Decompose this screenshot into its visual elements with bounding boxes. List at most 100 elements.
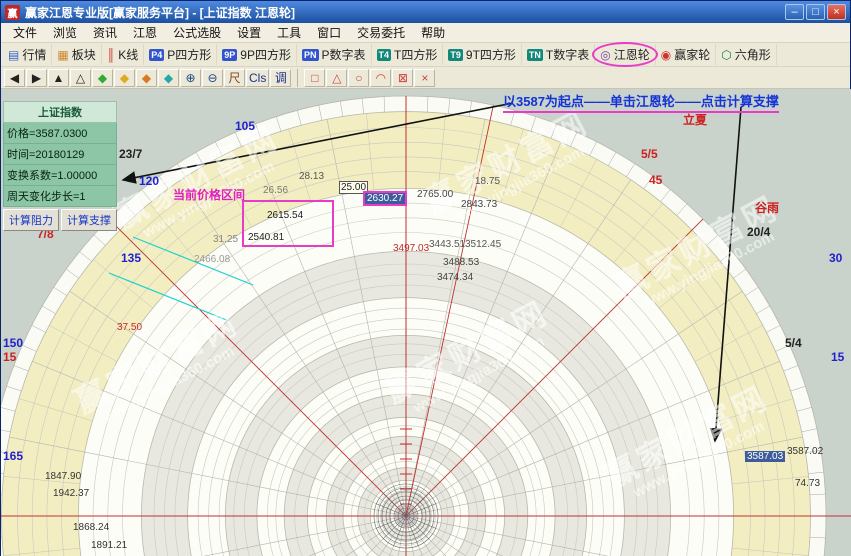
quote-icon: ▤ xyxy=(8,49,19,61)
window-title: 赢家江恩专业版[赢家服务平台] - [上证指数 江恩轮] xyxy=(25,4,783,21)
wheel-edge-label: 20/4 xyxy=(747,225,770,239)
cursor-outline-icon[interactable]: △ xyxy=(70,69,91,87)
wheel-labels-layer: 大暑10523/71207/813515015165立夏5/545谷雨20/43… xyxy=(1,89,851,556)
back-arrow-icon[interactable]: ◀ xyxy=(4,69,25,87)
toolbar-button-gann-wheel[interactable]: ◎ 江恩轮 xyxy=(595,44,656,65)
toolbar-button-label: P数字表 xyxy=(322,46,366,63)
main-toolbar: ▤行情▦板块║K线P4P四方形9P9P四方形PNP数字表T4T四方形T99T四方… xyxy=(1,43,850,67)
toolbar-button-hexagon[interactable]: ⬡六角形 xyxy=(716,44,777,65)
toolbar-button-quote[interactable]: ▤行情 xyxy=(3,44,52,65)
cursor-icon[interactable]: ▲ xyxy=(48,69,69,87)
adjust-button[interactable]: 调 xyxy=(270,69,291,87)
wheel-edge-label: 23/7 xyxy=(119,147,142,161)
rect-tool-icon[interactable]: □ xyxy=(304,69,325,87)
forward-arrow-icon[interactable]: ▶ xyxy=(26,69,47,87)
wheel-value-label: 3443.51 xyxy=(429,239,465,250)
toolbar-button-sector[interactable]: ▦ 板块 xyxy=(52,44,101,65)
toolbar-button-label: 江恩轮 xyxy=(614,46,650,63)
index-info-row: 变换系数=1.00000 xyxy=(3,165,117,186)
maximize-button[interactable]: □ xyxy=(806,4,825,20)
menu-item[interactable]: 公式选股 xyxy=(165,22,229,43)
menu-item[interactable]: 交易委托 xyxy=(349,22,413,43)
toolbar-button-label: 9T四方形 xyxy=(466,46,516,63)
toolbar-button-t-number-table[interactable]: TNT数字表 xyxy=(522,44,595,65)
toolbar-button-nine-p-square[interactable]: 9P9P四方形 xyxy=(217,44,297,65)
wheel-value-label: 3512.45 xyxy=(465,239,501,250)
wheel-value-label: 74.73 xyxy=(795,478,820,489)
calc-support-button[interactable]: 计算支撑 xyxy=(61,209,117,231)
diamond-green-icon[interactable]: ◆ xyxy=(92,69,113,87)
toolbar-button-label: P四方形 xyxy=(167,46,211,63)
toolbar-button-label: 板块 xyxy=(72,46,96,63)
wheel-edge-label: 30 xyxy=(829,251,842,265)
crossbox-tool-icon[interactable]: ⊠ xyxy=(392,69,413,87)
menu-item[interactable]: 江恩 xyxy=(125,22,165,43)
menu-item[interactable]: 设置 xyxy=(229,22,269,43)
menu-bar: 文件浏览资讯江恩公式选股设置工具窗口交易委托帮助 xyxy=(1,23,850,43)
toolbar-button-label: T四方形 xyxy=(394,46,437,63)
title-bar: 赢 赢家江恩专业版[赢家服务平台] - [上证指数 江恩轮] – □ × xyxy=(1,1,850,23)
wheel-edge-label: 15 xyxy=(3,350,16,364)
wheel-edge-label: 谷雨 xyxy=(755,199,779,216)
wheel-edge-label: 165 xyxy=(3,449,23,463)
diamond-yellow-icon[interactable]: ◆ xyxy=(114,69,135,87)
wheel-value-label: 1891.21 xyxy=(91,540,127,551)
toolbar-button-label: T数字表 xyxy=(546,46,589,63)
p-square-icon: P4 xyxy=(149,49,164,61)
wheel-value-label: 28.13 xyxy=(299,171,324,182)
wheel-value-label: 3587.02 xyxy=(787,446,823,457)
toolbar-button-label: 行情 xyxy=(22,46,46,63)
wheel-edge-label: 立夏 xyxy=(683,111,707,128)
index-name: 上证指数 xyxy=(3,101,117,123)
winner-wheel-icon: ◉ xyxy=(661,49,671,61)
index-info-row: 时间=20180129 xyxy=(3,144,117,165)
menu-item[interactable]: 浏览 xyxy=(45,22,85,43)
wheel-value-label: 2765.00 xyxy=(417,189,453,200)
tools-toolbar: ◀▶▲△◆◆◆◆⊕⊖尺Cls调□△○◠⊠× xyxy=(1,67,850,89)
wheel-selected-value: 3587.03 xyxy=(745,451,785,462)
calc-resistance-button[interactable]: 计算阻力 xyxy=(3,209,59,231)
triangle-tool-icon[interactable]: △ xyxy=(326,69,347,87)
circle-tool-icon[interactable]: ○ xyxy=(348,69,369,87)
diamond-teal-icon[interactable]: ◆ xyxy=(158,69,179,87)
gann-wheel-icon: ◎ xyxy=(600,49,610,61)
wheel-edge-label: 5/5 xyxy=(641,147,658,161)
kline-icon: ║ xyxy=(107,49,116,61)
wheel-value-label: 1847.90 xyxy=(45,471,81,482)
nine-p-square-icon: 9P xyxy=(222,49,237,61)
wheel-value-label: 3488.53 xyxy=(443,257,479,268)
zoom-in-icon[interactable]: ⊕ xyxy=(180,69,201,87)
toolbar-button-label: K线 xyxy=(118,46,138,63)
diamond-orange-icon[interactable]: ◆ xyxy=(136,69,157,87)
wheel-value-label: 31.25 xyxy=(213,234,238,245)
minimize-button[interactable]: – xyxy=(785,4,804,20)
delete-tool-icon[interactable]: × xyxy=(414,69,435,87)
close-button[interactable]: × xyxy=(827,4,846,20)
toolbar-button-label: 六角形 xyxy=(735,46,771,63)
menu-item[interactable]: 工具 xyxy=(269,22,309,43)
toolbar-button-p-number-table[interactable]: PNP数字表 xyxy=(297,44,372,65)
menu-item[interactable]: 文件 xyxy=(5,22,45,43)
wheel-edge-label: 15 xyxy=(831,350,844,364)
wheel-value-label: 26.56 xyxy=(263,185,288,196)
menu-item[interactable]: 窗口 xyxy=(309,22,349,43)
toolbar-button-kline[interactable]: ║K线 xyxy=(102,44,145,65)
sector-icon: ▦ xyxy=(57,49,68,61)
menu-item[interactable]: 帮助 xyxy=(413,22,453,43)
arc-tool-icon[interactable]: ◠ xyxy=(370,69,391,87)
calc-buttons-row: 计算阻力计算支撑 xyxy=(3,209,117,231)
chart-area[interactable]: 赢家财富网www.yingjia360.com赢家财富网www.yingjia3… xyxy=(1,89,851,556)
toolbar-button-p-square[interactable]: P4P四方形 xyxy=(144,44,217,65)
index-info-rows: 价格=3587.0300时间=20180129变换系数=1.00000周天变化步… xyxy=(3,123,117,207)
toolbar-button-label: 赢家轮 xyxy=(674,46,710,63)
ruler-button[interactable]: 尺 xyxy=(224,69,245,87)
index-info-row: 周天变化步长=1 xyxy=(3,186,117,207)
zoom-out-icon[interactable]: ⊖ xyxy=(202,69,223,87)
toolbar-button-t-square[interactable]: T4T四方形 xyxy=(372,44,444,65)
cls-button[interactable]: Cls xyxy=(246,69,269,87)
current-price-range-label: 当前价格区间 xyxy=(173,186,245,203)
toolbar-button-nine-t-square[interactable]: T99T四方形 xyxy=(443,44,522,65)
menu-item[interactable]: 资讯 xyxy=(85,22,125,43)
toolbar-button-winner-wheel[interactable]: ◉赢家轮 xyxy=(656,44,717,65)
wheel-value-label: 37.50 xyxy=(117,322,142,333)
